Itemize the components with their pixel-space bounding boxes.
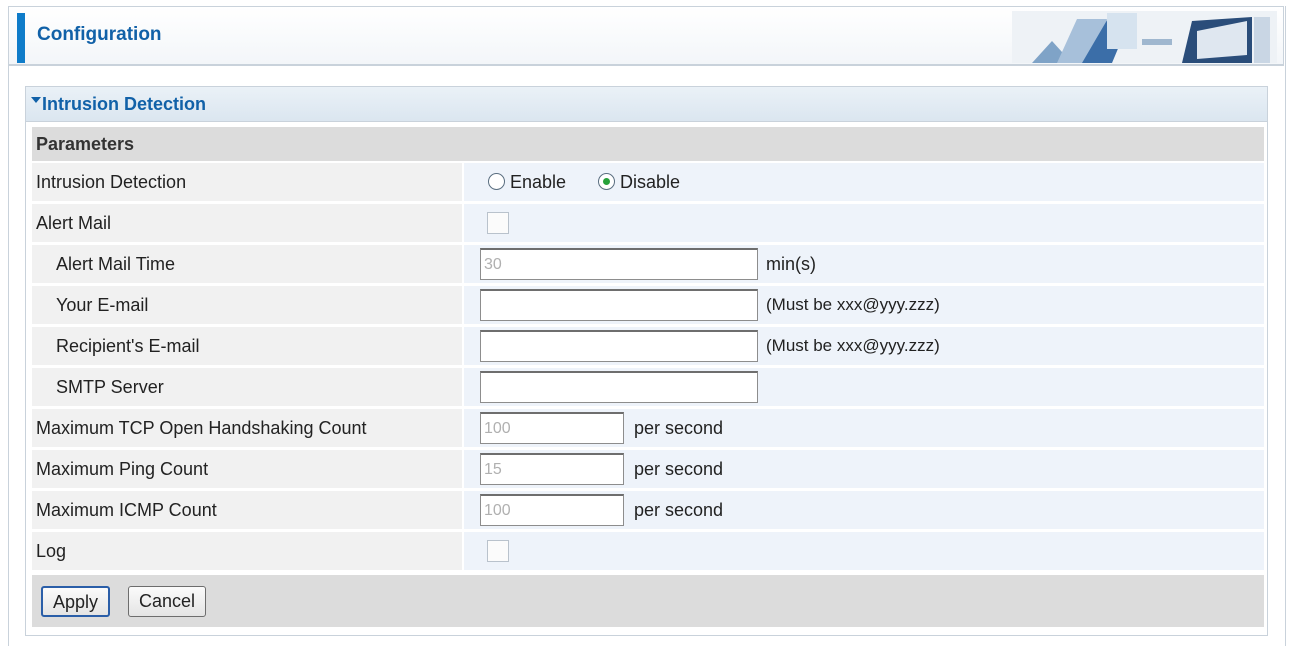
cancel-button[interactable]: Cancel [128,586,207,617]
row-max-icmp: Maximum ICMP Count per second [32,491,1264,529]
row-value-cell [464,204,1264,242]
max-tcp-input[interactable] [480,412,624,444]
alert-mail-time-input[interactable] [480,248,758,280]
row-max-ping: Maximum Ping Count per second [32,450,1264,488]
row-value-cell: (Must be xxx@yyy.zzz) [464,286,1264,324]
smtp-server-label: SMTP Server [56,377,164,397]
row-smtp-server: SMTP Server [32,368,1264,406]
recipient-email-input[interactable] [480,330,758,362]
row-label-cell: Alert Mail Time [32,245,462,283]
row-value-cell: per second [464,450,1264,488]
row-value-cell: Enable Disable [464,163,1264,201]
triangle-down-icon[interactable] [31,97,41,103]
row-recipient-email: Recipient's E-mail (Must be xxx@yyy.zzz) [32,327,1264,365]
row-label-cell: Maximum TCP Open Handshaking Count [32,409,462,447]
row-max-tcp: Maximum TCP Open Handshaking Count per s… [32,409,1264,447]
header-accent-bar [17,13,25,63]
smtp-server-input[interactable] [480,371,758,403]
page-header: Configuration [8,6,1284,66]
row-value-cell [464,532,1264,570]
row-value-cell [464,368,1264,406]
intrusion-detection-label: Intrusion Detection [36,172,187,192]
recipient-email-label: Recipient's E-mail [56,336,200,356]
row-label-cell: Maximum Ping Count [32,450,462,488]
enable-radio-label[interactable]: Enable [510,172,566,193]
row-value-cell: min(s) [464,245,1264,283]
log-checkbox[interactable] [487,540,509,562]
log-label: Log [36,541,67,561]
page-title: Configuration [37,24,162,45]
alert-mail-label: Alert Mail [36,213,112,233]
row-label-cell: Maximum ICMP Count [32,491,462,529]
row-intrusion-detection: Intrusion Detection Enable Disable [32,163,1264,201]
alert-mail-time-unit: min(s) [766,254,816,274]
max-ping-label: Maximum Ping Count [36,459,209,479]
max-icmp-unit: per second [634,500,724,520]
disable-radio[interactable] [598,173,615,190]
row-label-cell: Log [32,532,462,570]
your-email-hint: (Must be xxx@yyy.zzz) [766,295,940,314]
your-email-label: Your E-mail [56,295,149,315]
alert-mail-checkbox[interactable] [487,212,509,234]
parameters-label: Parameters [36,134,135,154]
alert-mail-time-label: Alert Mail Time [56,254,176,274]
apply-button[interactable]: Apply [41,586,111,617]
section-title: Intrusion Detection [42,94,207,114]
max-icmp-input[interactable] [480,494,624,526]
max-ping-input[interactable] [480,453,624,485]
row-value-cell: (Must be xxx@yyy.zzz) [464,327,1264,365]
enable-radio[interactable] [488,173,505,190]
max-tcp-unit: per second [634,418,724,438]
your-email-input[interactable] [480,289,758,321]
row-log: Log [32,532,1264,570]
row-alert-mail-time: Alert Mail Time min(s) [32,245,1264,283]
row-label-cell: SMTP Server [32,368,462,406]
row-alert-mail: Alert Mail [32,204,1264,242]
max-icmp-label: Maximum ICMP Count [36,500,217,520]
row-your-email: Your E-mail (Must be xxx@yyy.zzz) [32,286,1264,324]
row-label-cell: Intrusion Detection [32,163,462,201]
row-label-cell: Your E-mail [32,286,462,324]
row-label-cell: Alert Mail [32,204,462,242]
recipient-email-hint: (Must be xxx@yyy.zzz) [766,336,940,355]
header-illustration [1012,11,1277,63]
row-value-cell: per second [464,491,1264,529]
max-ping-unit: per second [634,459,724,479]
disable-radio-label[interactable]: Disable [620,172,680,193]
intrusion-detection-panel: Intrusion Detection Parameters Intrusion… [25,86,1268,636]
row-label-cell: Recipient's E-mail [32,327,462,365]
parameters-header: Parameters [32,127,1264,161]
section-header[interactable]: Intrusion Detection [26,87,1267,122]
max-tcp-label: Maximum TCP Open Handshaking Count [36,418,367,438]
row-value-cell: per second [464,409,1264,447]
button-bar: Apply Cancel [32,575,1264,627]
